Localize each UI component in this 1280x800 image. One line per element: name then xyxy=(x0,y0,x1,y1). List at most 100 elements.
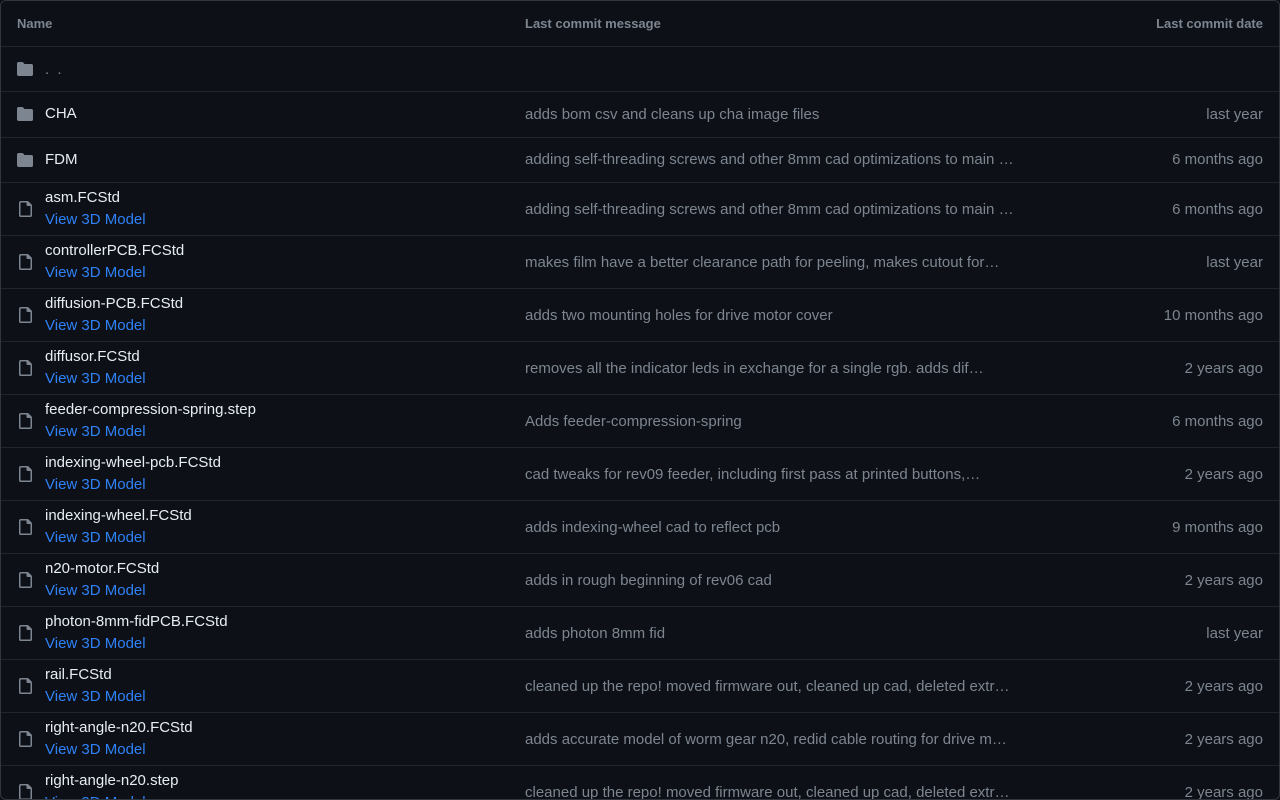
file-link[interactable]: n20-motor.FCStd xyxy=(45,558,525,580)
file-link[interactable]: feeder-compression-spring.step xyxy=(45,399,525,421)
file-link[interactable]: controllerPCB.FCStd xyxy=(45,240,525,262)
table-row: photon-8mm-fidPCB.FCStdView 3D Modeladds… xyxy=(1,607,1279,660)
parent-dir-link[interactable]: . . xyxy=(45,61,525,78)
commit-message[interactable]: Adds feeder-compression-spring xyxy=(525,413,1113,430)
file-link[interactable]: photon-8mm-fidPCB.FCStd xyxy=(45,611,525,633)
view-3d-model-link[interactable]: View 3D Model xyxy=(45,686,525,708)
view-3d-model-link[interactable]: View 3D Model xyxy=(45,739,525,761)
file-link[interactable]: diffusor.FCStd xyxy=(45,346,525,368)
name-cell: photon-8mm-fidPCB.FCStdView 3D Model xyxy=(45,607,525,659)
view-3d-model-link[interactable]: View 3D Model xyxy=(45,527,525,549)
col-header-msg: Last commit message xyxy=(525,16,1113,31)
commit-message[interactable]: adds indexing-wheel cad to reflect pcb xyxy=(525,519,1113,536)
table-row: feeder-compression-spring.stepView 3D Mo… xyxy=(1,395,1279,448)
commit-date: 2 years ago xyxy=(1113,572,1263,589)
commit-date: 2 years ago xyxy=(1113,731,1263,748)
file-icon xyxy=(17,784,45,800)
table-row: controllerPCB.FCStdView 3D Modelmakes fi… xyxy=(1,236,1279,289)
view-3d-model-link[interactable]: View 3D Model xyxy=(45,262,525,284)
name-cell: right-angle-n20.stepView 3D Model xyxy=(45,766,525,800)
view-3d-model-link[interactable]: View 3D Model xyxy=(45,792,525,800)
name-cell: n20-motor.FCStdView 3D Model xyxy=(45,554,525,606)
table-row: CHAadds bom csv and cleans up cha image … xyxy=(1,92,1279,138)
commit-message[interactable]: adds two mounting holes for drive motor … xyxy=(525,307,1113,324)
view-3d-model-link[interactable]: View 3D Model xyxy=(45,209,525,231)
file-icon xyxy=(17,307,45,323)
name-cell: diffusor.FCStdView 3D Model xyxy=(45,342,525,394)
view-3d-model-link[interactable]: View 3D Model xyxy=(45,368,525,390)
file-link[interactable]: right-angle-n20.FCStd xyxy=(45,717,525,739)
folder-icon xyxy=(17,152,45,168)
name-cell: rail.FCStdView 3D Model xyxy=(45,660,525,712)
view-3d-model-link[interactable]: View 3D Model xyxy=(45,315,525,337)
name-cell: controllerPCB.FCStdView 3D Model xyxy=(45,236,525,288)
table-row: diffusion-PCB.FCStdView 3D Modeladds two… xyxy=(1,289,1279,342)
file-icon xyxy=(17,466,45,482)
table-row: FDMadding self-threading screws and othe… xyxy=(1,138,1279,184)
table-row: diffusor.FCStdView 3D Modelremoves all t… xyxy=(1,342,1279,395)
file-icon xyxy=(17,254,45,270)
commit-date: 10 months ago xyxy=(1113,307,1263,324)
file-icon xyxy=(17,678,45,694)
file-icon xyxy=(17,625,45,641)
commit-message[interactable]: removes all the indicator leds in exchan… xyxy=(525,360,1113,377)
view-3d-model-link[interactable]: View 3D Model xyxy=(45,580,525,602)
commit-date: 6 months ago xyxy=(1113,151,1263,168)
file-listing: Name Last commit message Last commit dat… xyxy=(0,0,1280,800)
folder-icon xyxy=(17,106,45,122)
table-row: indexing-wheel.FCStdView 3D Modeladds in… xyxy=(1,501,1279,554)
file-icon xyxy=(17,519,45,535)
view-3d-model-link[interactable]: View 3D Model xyxy=(45,474,525,496)
commit-date: 6 months ago xyxy=(1113,201,1263,218)
commit-message[interactable]: adds photon 8mm fid xyxy=(525,625,1113,642)
commit-date: 9 months ago xyxy=(1113,519,1263,536)
commit-message[interactable]: adds in rough beginning of rev06 cad xyxy=(525,572,1113,589)
file-link[interactable]: indexing-wheel-pcb.FCStd xyxy=(45,452,525,474)
commit-message[interactable]: makes film have a better clearance path … xyxy=(525,254,1113,271)
commit-date: last year xyxy=(1113,254,1263,271)
commit-date: 2 years ago xyxy=(1113,360,1263,377)
commit-message[interactable]: cleaned up the repo! moved firmware out,… xyxy=(525,678,1113,695)
commit-message[interactable]: cad tweaks for rev09 feeder, including f… xyxy=(525,466,1113,483)
view-3d-model-link[interactable]: View 3D Model xyxy=(45,633,525,655)
table-row: right-angle-n20.FCStdView 3D Modeladds a… xyxy=(1,713,1279,766)
commit-date: last year xyxy=(1113,106,1263,123)
file-link[interactable]: asm.FCStd xyxy=(45,187,525,209)
commit-message[interactable]: adding self-threading screws and other 8… xyxy=(525,151,1113,168)
file-link[interactable]: diffusion-PCB.FCStd xyxy=(45,293,525,315)
name-cell: indexing-wheel.FCStdView 3D Model xyxy=(45,501,525,553)
folder-icon xyxy=(17,61,45,77)
name-cell: CHA xyxy=(45,99,525,129)
name-cell: asm.FCStdView 3D Model xyxy=(45,183,525,235)
table-header: Name Last commit message Last commit dat… xyxy=(1,1,1279,47)
name-cell: indexing-wheel-pcb.FCStdView 3D Model xyxy=(45,448,525,500)
commit-message[interactable]: adds accurate model of worm gear n20, re… xyxy=(525,731,1113,748)
file-icon xyxy=(17,731,45,747)
commit-message[interactable]: adds bom csv and cleans up cha image fil… xyxy=(525,106,1113,123)
file-link[interactable]: rail.FCStd xyxy=(45,664,525,686)
directory-link[interactable]: CHA xyxy=(45,103,525,125)
table-row: right-angle-n20.stepView 3D Modelcleaned… xyxy=(1,766,1279,800)
commit-date: last year xyxy=(1113,625,1263,642)
name-cell: FDM xyxy=(45,145,525,175)
commit-message[interactable]: cleaned up the repo! moved firmware out,… xyxy=(525,784,1113,800)
view-3d-model-link[interactable]: View 3D Model xyxy=(45,421,525,443)
commit-date: 2 years ago xyxy=(1113,784,1263,800)
directory-link[interactable]: FDM xyxy=(45,149,525,171)
commit-date: 6 months ago xyxy=(1113,413,1263,430)
file-link[interactable]: right-angle-n20.step xyxy=(45,770,525,792)
file-link[interactable]: indexing-wheel.FCStd xyxy=(45,505,525,527)
col-header-name: Name xyxy=(17,16,525,31)
commit-message[interactable]: adding self-threading screws and other 8… xyxy=(525,201,1113,218)
table-row: rail.FCStdView 3D Modelcleaned up the re… xyxy=(1,660,1279,713)
name-cell: feeder-compression-spring.stepView 3D Mo… xyxy=(45,395,525,447)
file-icon xyxy=(17,413,45,429)
file-icon xyxy=(17,572,45,588)
col-header-date: Last commit date xyxy=(1113,16,1263,31)
name-cell: diffusion-PCB.FCStdView 3D Model xyxy=(45,289,525,341)
parent-dir-row[interactable]: . . xyxy=(1,47,1279,92)
file-icon xyxy=(17,201,45,217)
commit-date: 2 years ago xyxy=(1113,678,1263,695)
commit-date: 2 years ago xyxy=(1113,466,1263,483)
table-row: asm.FCStdView 3D Modeladding self-thread… xyxy=(1,183,1279,236)
